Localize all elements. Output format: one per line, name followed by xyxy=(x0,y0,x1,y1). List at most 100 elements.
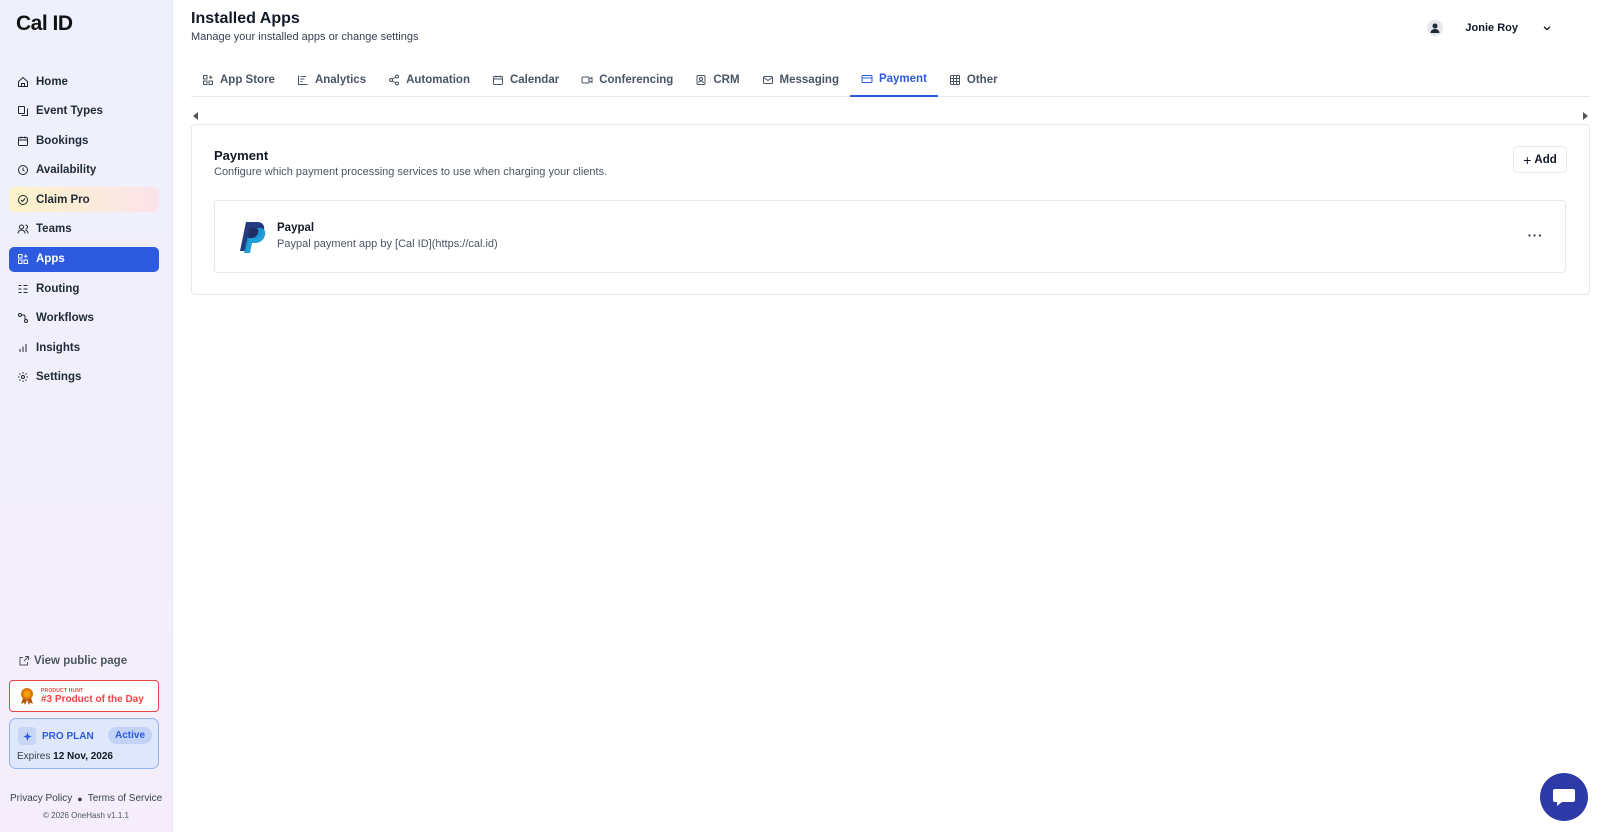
panel-title: Payment xyxy=(214,148,269,163)
add-button-label: Add xyxy=(1534,153,1557,166)
tab-automation[interactable]: Automation xyxy=(377,62,481,97)
sidebar-item-label: Insights xyxy=(36,341,81,354)
gear-icon xyxy=(17,371,29,383)
share-icon xyxy=(388,74,400,86)
sidebar-item-routing[interactable]: Routing xyxy=(9,276,159,301)
sidebar-item-workflows[interactable]: Workflows xyxy=(9,306,159,331)
avatar xyxy=(1427,20,1444,36)
separator-dot: ● xyxy=(77,793,83,804)
tab-label: Payment xyxy=(878,72,927,85)
calendar-icon xyxy=(17,135,29,147)
scroll-left-icon[interactable] xyxy=(193,112,198,120)
tab-calendar[interactable]: Calendar xyxy=(481,62,570,97)
sidebar-item-label: Workflows xyxy=(36,312,94,325)
tab-label: Other xyxy=(966,73,998,86)
expiry-date: 12 Nov, 2026 xyxy=(53,751,113,762)
medal-icon xyxy=(21,688,33,705)
store-icon xyxy=(202,74,214,86)
expiry-prefix: Expires xyxy=(17,751,51,762)
product-hunt-badge[interactable]: PRODUCT HUNT #3 Product of the Day xyxy=(9,680,159,712)
pro-plan-card: PRO PLAN Active Expires 12 Nov, 2026 xyxy=(9,718,159,769)
sparkle-icon xyxy=(18,727,36,745)
event-types-icon xyxy=(17,105,29,117)
copyright: © 2026 OneHash v1.1.1 xyxy=(43,811,129,820)
plus-icon: + xyxy=(1523,151,1532,168)
view-public-page-link[interactable]: View public page xyxy=(18,655,127,667)
sidebar-item-event-types[interactable]: Event Types xyxy=(9,99,159,124)
apps-icon xyxy=(17,253,29,265)
sidebar-item-label: Settings xyxy=(36,371,82,384)
tabs-scroll-controls xyxy=(191,111,1590,123)
add-button[interactable]: + Add xyxy=(1513,146,1567,173)
chevron-down-icon xyxy=(1543,26,1551,31)
pro-plan-label: PRO PLAN xyxy=(42,730,94,742)
paypal-logo-icon xyxy=(240,222,266,253)
installed-app-card: Paypal Paypal payment app by [Cal ID](ht… xyxy=(214,200,1566,273)
tab-analytics[interactable]: Analytics xyxy=(286,62,377,97)
sidebar-item-bookings[interactable]: Bookings xyxy=(9,128,159,153)
pro-plan-expiry: Expires 12 Nov, 2026 xyxy=(17,751,113,762)
routing-icon xyxy=(17,283,29,295)
user-menu[interactable]: Jonie Roy xyxy=(1427,20,1552,36)
user-name: Jonie Roy xyxy=(1465,22,1518,34)
sidebar-item-label: Apps xyxy=(36,253,65,266)
sidebar-item-apps[interactable]: Apps xyxy=(9,246,159,272)
tab-payment[interactable]: Payment xyxy=(849,62,938,97)
sidebar-item-teams[interactable]: Teams xyxy=(9,217,159,242)
page-subtitle: Manage your installed apps or change set… xyxy=(191,31,419,43)
sidebar-item-label: Teams xyxy=(36,223,72,236)
sidebar-item-label: Routing xyxy=(36,282,80,295)
contact-icon xyxy=(695,74,707,86)
tab-label: App Store xyxy=(220,73,275,86)
more-options-icon[interactable]: ··· xyxy=(1528,227,1544,243)
clock-icon xyxy=(17,164,29,176)
tab-app-store[interactable]: App Store xyxy=(191,62,286,97)
external-link-icon xyxy=(19,656,29,666)
tab-label: Messaging xyxy=(779,73,839,86)
tab-messaging[interactable]: Messaging xyxy=(751,62,850,97)
tab-crm[interactable]: CRM xyxy=(684,62,750,97)
users-icon xyxy=(17,223,29,235)
sidebar-item-label: Event Types xyxy=(36,105,103,118)
scroll-right-icon[interactable] xyxy=(1583,112,1588,120)
sidebar-item-home[interactable]: Home xyxy=(9,69,159,94)
sidebar-item-label: Bookings xyxy=(36,134,89,147)
sidebar-item-label: Claim Pro xyxy=(36,193,90,206)
view-public-label: View public page xyxy=(34,655,128,667)
page-title: Installed Apps xyxy=(191,10,300,27)
category-tabs: App Store Analytics Automation Calendar … xyxy=(191,62,1590,97)
chat-support-button[interactable] xyxy=(1540,773,1588,821)
payment-panel: Payment Configure which payment processi… xyxy=(191,124,1590,295)
sidebar-nav: Home Event Types Bookings Availability C… xyxy=(9,69,159,395)
terms-link[interactable]: Terms of Service xyxy=(88,793,162,804)
app-logo[interactable]: Cal ID xyxy=(16,12,73,36)
chat-icon xyxy=(1553,789,1575,806)
badge-icon xyxy=(17,194,29,206)
calendar-icon xyxy=(492,74,504,86)
workflow-icon xyxy=(17,312,29,324)
credit-card-icon xyxy=(861,73,873,85)
panel-subtitle: Configure which payment processing servi… xyxy=(214,166,608,178)
analytics-icon xyxy=(297,74,309,86)
tab-label: Conferencing xyxy=(599,73,674,86)
tab-label: Calendar xyxy=(509,73,560,86)
home-icon xyxy=(17,76,29,88)
sidebar-item-claim-pro[interactable]: Claim Pro xyxy=(9,187,159,213)
status-badge: Active xyxy=(108,727,153,744)
tab-other[interactable]: Other xyxy=(938,62,1009,97)
sidebar: Cal ID Home Event Types Bookings Availab… xyxy=(0,0,173,832)
footer-links: Privacy Policy ● Terms of Service xyxy=(10,793,162,804)
app-description: Paypal payment app by [Cal ID](https://c… xyxy=(277,238,498,250)
grid-icon xyxy=(949,74,961,86)
sidebar-item-insights[interactable]: Insights xyxy=(9,335,159,360)
mail-icon xyxy=(762,74,774,86)
privacy-policy-link[interactable]: Privacy Policy xyxy=(10,793,72,804)
sidebar-item-settings[interactable]: Settings xyxy=(9,365,159,390)
tab-conferencing[interactable]: Conferencing xyxy=(570,62,684,97)
app-name: Paypal xyxy=(277,222,315,234)
tab-label: Analytics xyxy=(314,73,367,86)
tab-label: Automation xyxy=(406,73,470,86)
sidebar-item-availability[interactable]: Availability xyxy=(9,158,159,183)
chart-icon xyxy=(17,342,29,354)
product-hunt-title: #3 Product of the Day xyxy=(41,693,144,705)
